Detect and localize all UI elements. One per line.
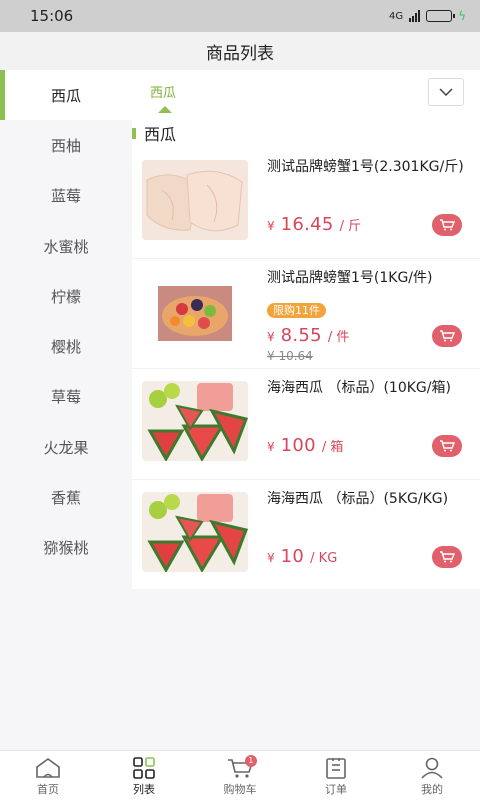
expand-categories-button[interactable] (428, 78, 464, 106)
subtab-watermelon[interactable]: 西瓜 (150, 82, 176, 101)
bottom-navigation: 首页 列表 1 购物车 订单 我的 (0, 750, 480, 800)
sidebar-item-kiwi[interactable]: 猕猴桃 (0, 523, 132, 573)
nav-label: 列表 (133, 783, 155, 796)
nav-home[interactable]: 首页 (0, 751, 96, 800)
sidebar-item-label: 火龙果 (43, 438, 89, 457)
product-image[interactable] (142, 381, 248, 461)
sidebar-item-label: 西柚 (50, 136, 81, 155)
sidebar-item-blueberry[interactable]: 蓝莓 (0, 171, 132, 221)
sidebar-item-strawberry[interactable]: 草莓 (0, 372, 132, 422)
sidebar-item-lemon[interactable]: 柠檬 (0, 271, 132, 321)
add-to-cart-button[interactable] (432, 324, 462, 347)
section-header: 西瓜 (132, 118, 480, 148)
nav-label: 订单 (325, 783, 347, 796)
nav-label: 首页 (37, 783, 59, 796)
cart-icon (440, 550, 455, 562)
sidebar-item-label: 水蜜桃 (43, 237, 89, 256)
nav-list[interactable]: 列表 (96, 751, 192, 800)
product-item[interactable]: 测试品牌螃蟹1号(2.301KG/斤) ¥16.45 / 斤 (132, 148, 480, 259)
battery-icon (426, 10, 456, 22)
currency-symbol: ¥ (267, 329, 275, 344)
sidebar-item-label: 柠檬 (50, 287, 81, 306)
sidebar-item-label: 猕猴桃 (43, 539, 89, 558)
cart-icon (440, 219, 455, 231)
add-to-cart-button[interactable] (432, 435, 462, 457)
nav-label: 购物车 (223, 783, 257, 796)
sidebar-item-label: 蓝莓 (50, 187, 81, 206)
user-icon (421, 757, 443, 779)
currency-symbol: ¥ (267, 550, 275, 565)
sidebar-item-peach[interactable]: 水蜜桃 (0, 221, 132, 271)
product-item[interactable]: 海海西瓜 （标品）(10KG/箱) ¥100 / 箱 (132, 369, 480, 480)
sidebar-item-label: 香蕉 (50, 489, 81, 508)
signal-icon (409, 10, 421, 22)
sidebar-item-dragonfruit[interactable]: 火龙果 (0, 422, 132, 472)
cart-count-badge: 1 (244, 755, 257, 767)
price-unit: / 箱 (321, 440, 344, 455)
grid-icon (133, 757, 155, 779)
price-unit: / 件 (327, 329, 350, 345)
signal-text: 4G (388, 10, 404, 22)
sidebar-item-label: 草莓 (50, 388, 81, 407)
subcategory-tabs: 西瓜 (132, 70, 480, 118)
original-price: ¥ 10.64 (267, 348, 313, 363)
order-icon (326, 758, 346, 779)
price-value: 100 (280, 435, 316, 456)
product-price: ¥16.45 / 斤 (267, 214, 361, 235)
chevron-down-icon (439, 88, 453, 96)
product-image[interactable] (142, 160, 248, 240)
sidebar-item-grapefruit[interactable]: 西柚 (0, 120, 132, 170)
sidebar-item-label: 樱桃 (50, 338, 81, 357)
price-value: 8.55 (280, 324, 322, 346)
product-price: ¥8.55 / 件 (267, 325, 349, 346)
product-name[interactable]: 测试品牌螃蟹1号(2.301KG/斤) (267, 158, 467, 177)
status-time: 15:06 (30, 7, 74, 25)
price-unit: / 斤 (339, 219, 362, 234)
product-image[interactable] (142, 491, 248, 572)
product-item[interactable]: 测试品牌螃蟹1号(1KG/件) 限购11件 ¥8.55 / 件 ¥ 10.64 (132, 259, 480, 369)
home-icon (36, 758, 60, 778)
page-header: 商品列表 (0, 32, 480, 70)
price-unit: / KG (310, 550, 338, 566)
nav-label: 我的 (421, 783, 443, 796)
add-to-cart-button[interactable] (432, 214, 462, 236)
product-name[interactable]: 海海西瓜 （标品）(10KG/箱) (267, 379, 467, 398)
sidebar-item-label: 西瓜 (50, 86, 81, 105)
add-to-cart-button[interactable] (432, 545, 462, 568)
product-name[interactable]: 海海西瓜 （标品）(5KG/KG) (267, 490, 467, 509)
sidebar-item-watermelon[interactable]: 西瓜 (0, 70, 132, 121)
page-title: 商品列表 (206, 43, 274, 64)
product-name[interactable]: 测试品牌螃蟹1号(1KG/件) (267, 269, 472, 288)
product-price: ¥10 / KG (267, 546, 337, 567)
price-value: 16.45 (280, 214, 334, 235)
product-list: 测试品牌螃蟹1号(2.301KG/斤) ¥16.45 / 斤 测试品牌螃蟹1号(1… (132, 148, 480, 589)
cart-icon (440, 440, 455, 452)
category-sidebar: 西瓜 西柚 蓝莓 水蜜桃 柠檬 樱桃 草莓 火龙果 香蕉 猕猴桃 (0, 70, 132, 750)
product-price: ¥100 / 箱 (267, 435, 343, 456)
sidebar-item-banana[interactable]: 香蕉 (0, 472, 132, 522)
status-bar: 15:06 4G ϟ (0, 0, 480, 32)
nav-cart[interactable]: 1 购物车 (192, 751, 288, 800)
nav-profile[interactable]: 我的 (384, 751, 480, 800)
status-icons: 4G ϟ (389, 9, 466, 23)
section-title: 西瓜 (144, 125, 177, 144)
currency-symbol: ¥ (267, 219, 275, 233)
cart-icon (440, 329, 455, 341)
price-value: 10 (280, 545, 305, 567)
product-item[interactable]: 海海西瓜 （标品）(5KG/KG) ¥10 / KG (132, 480, 480, 591)
section-marker (132, 127, 136, 139)
sidebar-item-cherry[interactable]: 樱桃 (0, 321, 132, 371)
nav-orders[interactable]: 订单 (288, 751, 384, 800)
active-tab-caret-icon (158, 106, 172, 113)
purchase-limit-badge: 限购11件 (267, 302, 326, 318)
product-image[interactable] (142, 270, 248, 351)
currency-symbol: ¥ (267, 440, 275, 454)
charging-icon: ϟ (458, 9, 466, 23)
